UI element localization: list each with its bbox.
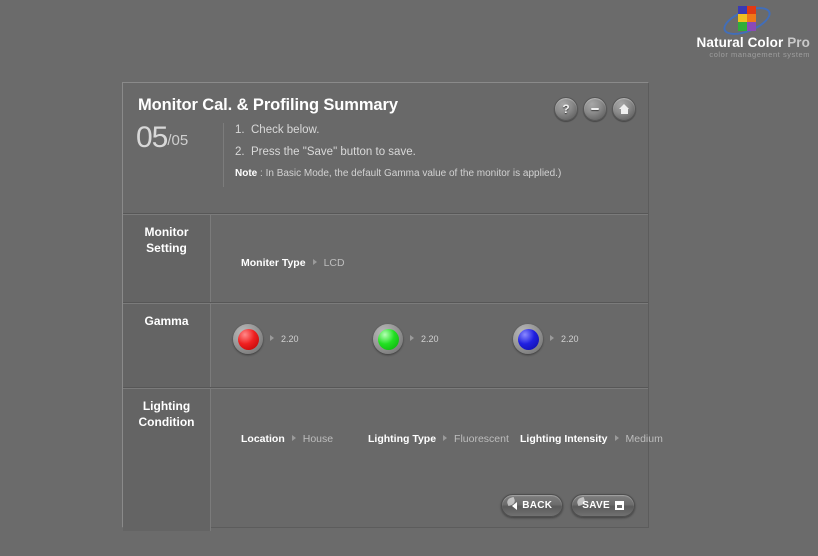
note-text: : In Basic Mode, the default Gamma value… [257, 168, 562, 179]
section-label-gamma: Gamma [123, 304, 211, 387]
arrow-right-icon [614, 435, 619, 441]
section-gamma: Gamma 2.20 2.20 2.20 [123, 304, 648, 387]
field-label: Lighting Type [368, 433, 437, 445]
field-lighting-type: Lighting Type Fluorescent [368, 433, 520, 445]
instruction-text: Check below. [251, 124, 320, 136]
logo-square-green [738, 22, 747, 31]
section-label-lighting-condition: Lighting Condition [123, 389, 211, 531]
brand-name-pro: Pro [787, 35, 810, 50]
header-divider [223, 123, 224, 187]
section-body-monitor-setting: Moniter Type LCD [211, 215, 648, 302]
gamma-channel-blue: 2.20 [513, 324, 579, 354]
gamma-dot-blue-icon [513, 324, 543, 354]
gamma-channel-green: 2.20 [373, 324, 513, 354]
arrow-right-icon [270, 335, 274, 341]
panel-header: Monitor Cal. & Profiling Summary ? 05/05… [123, 83, 648, 213]
gamma-value-blue: 2.20 [561, 334, 579, 344]
instruction-list: 1. Check below. 2. Press the "Save" button… [235, 119, 561, 184]
question-mark-icon: ? [562, 102, 570, 116]
minus-icon [591, 108, 599, 110]
window-buttons: ? [554, 97, 636, 121]
gamma-dot-green-icon [373, 324, 403, 354]
instruction-item: 2. Press the "Save" button to save. [235, 141, 561, 163]
gamma-value-red: 2.20 [281, 334, 299, 344]
field-label: Lighting Intensity [520, 433, 608, 445]
back-button[interactable]: BACK [501, 494, 564, 517]
triangle-left-icon [512, 501, 518, 510]
field-value: Fluorescent [454, 433, 509, 445]
minimize-button[interactable] [583, 97, 607, 121]
note-label: Note [235, 168, 258, 179]
arrow-right-icon [550, 335, 554, 341]
arrow-right-icon [312, 259, 317, 265]
arrow-right-icon [291, 435, 296, 441]
summary-panel: Monitor Cal. & Profiling Summary ? 05/05… [122, 82, 663, 531]
action-buttons: BACK SAVE [501, 494, 635, 517]
gamma-dot-red-icon [233, 324, 263, 354]
section-lighting-condition: Lighting Condition Location House Lighti… [123, 389, 663, 531]
field-value: LCD [323, 257, 345, 269]
gamma-channel-list: 2.20 2.20 2.20 [233, 324, 579, 354]
section-label-line1: Lighting [142, 399, 191, 413]
instruction-item: 1. Check below. [235, 119, 561, 141]
step-indicator: 05/05 [136, 121, 188, 155]
note-line: Note : In Basic Mode, the default Gamma … [235, 164, 561, 184]
field-label: Moniter Type [241, 257, 306, 269]
save-button[interactable]: SAVE [571, 494, 635, 517]
section-monitor-setting: Monitor Setting Moniter Type LCD [123, 215, 648, 302]
section-label-line2: Condition [138, 415, 195, 429]
home-icon [618, 104, 630, 114]
gamma-channel-red: 2.20 [233, 324, 373, 354]
instruction-number: 2. [235, 146, 245, 158]
help-button[interactable]: ? [554, 97, 578, 121]
back-button-label: BACK [522, 500, 553, 511]
instruction-number: 1. [235, 124, 245, 136]
step-current: 05 [136, 121, 168, 154]
section-body-gamma: 2.20 2.20 2.20 [211, 304, 648, 387]
section-label-monitor-setting: Monitor Setting [123, 215, 211, 302]
brand-tagline: color management system [709, 50, 810, 59]
brand-logo: Natural Color Pro color management syste… [670, 1, 810, 60]
brand-name-main: Natural Color [696, 35, 784, 50]
arrow-right-icon [410, 335, 414, 341]
save-button-label: SAVE [582, 500, 610, 511]
field-moniter-type: Moniter Type LCD [241, 257, 345, 269]
floppy-disk-icon [615, 501, 624, 510]
field-label: Location [241, 433, 285, 445]
arrow-right-icon [443, 435, 448, 441]
page-title: Monitor Cal. & Profiling Summary [138, 96, 398, 114]
brand-title: Natural Color Pro [670, 35, 810, 50]
section-label-line2: Setting [146, 241, 187, 255]
logo-square-purple [747, 22, 756, 31]
field-value: House [302, 433, 334, 445]
section-label-line1: Gamma [144, 314, 189, 328]
monitor-fields: Moniter Type LCD [241, 257, 345, 269]
field-value: Medium [625, 433, 663, 445]
home-button[interactable] [612, 97, 636, 121]
natural-color-pro-logo-icon [719, 1, 775, 41]
step-total: /05 [167, 132, 189, 149]
instruction-text: Press the "Save" button to save. [251, 146, 416, 158]
field-lighting-intensity: Lighting Intensity Medium [520, 433, 663, 445]
section-label-line1: Monitor [144, 225, 189, 239]
field-location: Location House [241, 433, 368, 445]
section-body-lighting-condition: Location House Lighting Type Fluorescent… [211, 389, 663, 531]
gamma-value-green: 2.20 [421, 334, 439, 344]
lighting-fields: Location House Lighting Type Fluorescent… [241, 433, 663, 445]
